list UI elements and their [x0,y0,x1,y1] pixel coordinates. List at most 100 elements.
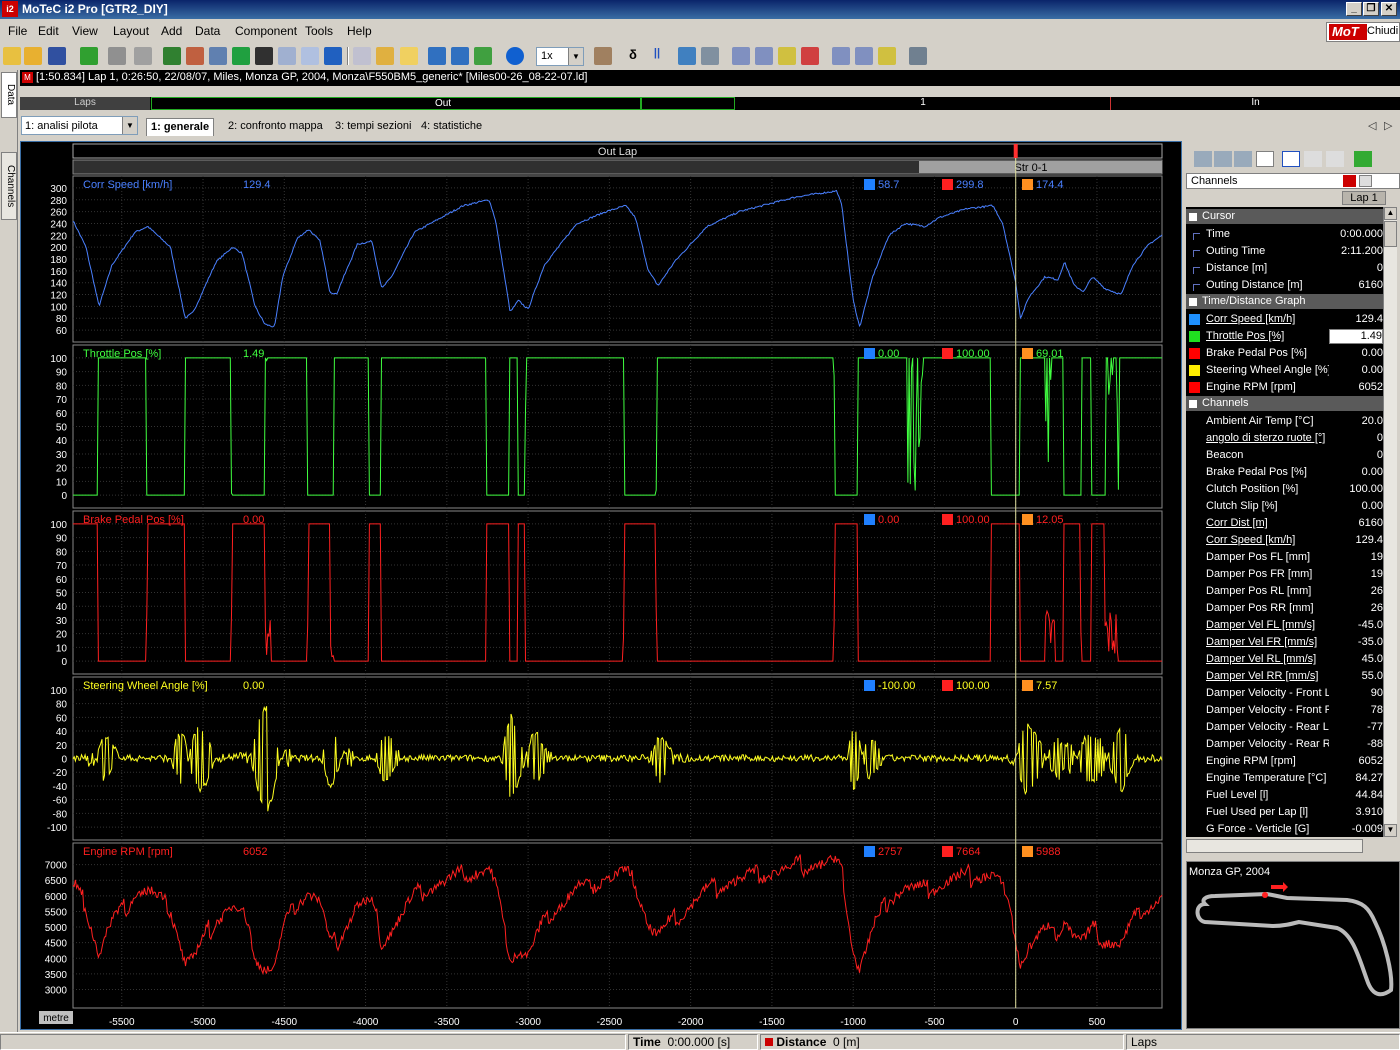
print-preview-icon[interactable] [134,47,152,65]
restore-button[interactable]: ❐ [1363,2,1379,16]
channel-group-header[interactable]: Channels [1186,396,1383,411]
menu-tools[interactable]: Tools [305,24,333,38]
zoom-icon[interactable] [678,47,696,65]
flag-icon[interactable] [474,47,492,65]
excel-export-icon[interactable] [232,47,250,65]
refresh-icon[interactable] [1354,151,1372,167]
channel-row[interactable]: Damper Vel FL [mm/s] -45.0 [1186,617,1383,634]
info-view-icon[interactable] [1282,151,1300,167]
zoom-highlight-icon[interactable] [778,47,796,65]
channel-row[interactable]: Clutch Slip [%] 0.00 [1186,498,1383,515]
chevron-down-icon[interactable]: ▼ [568,48,583,65]
print-icon[interactable] [108,47,126,65]
clock-icon[interactable] [353,47,371,65]
scroll-up-icon[interactable]: ▲ [1384,207,1397,220]
channel-group-header[interactable]: Time/Distance Graph [1186,294,1383,309]
close-button[interactable]: ✕ [1381,2,1397,16]
lap-out[interactable]: Out [151,97,735,110]
channel-row[interactable]: Beacon 0 [1186,447,1383,464]
properties-icon[interactable] [301,47,319,65]
tab-statistiche[interactable]: 4: statistiche [417,118,486,136]
graph-canvas[interactable]: Out LapStr 0-130028026024022020018016014… [21,142,1183,1031]
channel-row[interactable]: G Force - Verticle [G] -0.009 [1186,821,1383,837]
menu-add[interactable]: Add [161,24,182,38]
clipboard-icon[interactable] [594,47,612,65]
tab-generale[interactable]: 1: generale [146,118,215,136]
worksheet-select[interactable]: 1: analisi pilota ▼ [21,116,138,135]
channel-group-icon[interactable] [1214,151,1232,167]
channel-row[interactable]: Engine RPM [rpm] 6052 [1186,753,1383,770]
menu-file[interactable]: File [8,24,27,38]
info-icon[interactable] [324,47,342,65]
motec-logo[interactable]: MoT Chiudi [1326,22,1400,42]
minimize-button[interactable]: _ [1346,2,1362,16]
download-icon[interactable] [80,47,98,65]
channel-row[interactable]: Ambient Air Temp [°C] 20.0 [1186,413,1383,430]
channel-row[interactable]: Damper Vel RR [mm/s] 55.0 [1186,668,1383,685]
motec-channel-icon[interactable] [1343,175,1356,187]
menu-edit[interactable]: Edit [38,24,59,38]
channel-list-scrollbar[interactable]: ▲ ▼ [1383,207,1397,837]
channel-group-header[interactable]: Cursor [1186,209,1383,224]
play-icon[interactable] [506,47,524,65]
scroll-thumb[interactable] [1384,221,1397,247]
channel-row[interactable]: Brake Pedal Pos [%] 0.00 [1186,464,1383,481]
time-distance-graph[interactable]: Out Lap Str 0-1 300 280 260 240 220 200 180 160 14… [20,141,1182,1030]
grid-icon[interactable] [400,47,418,65]
zoom-fit-icon[interactable] [701,47,719,65]
channel-row[interactable]: Outing Time 2:11.200 [1186,243,1383,260]
zoom-x-in-icon[interactable] [832,47,850,65]
channel-row[interactable]: Corr Speed [km/h] 129.4 [1186,532,1383,549]
lap-in[interactable]: In [1111,97,1400,110]
menu-layout[interactable]: Layout [113,24,149,38]
channel-row[interactable]: Corr Dist [m] 6160 [1186,515,1383,532]
stats-view-icon[interactable] [1326,151,1344,167]
collapse-icon[interactable] [1189,213,1197,221]
collapse-icon[interactable] [1189,400,1197,408]
channel-values-icon[interactable] [1234,151,1252,167]
sort-icon[interactable] [1359,175,1372,187]
tab-scroll-left-icon[interactable]: ◁ [1368,119,1376,132]
horizontal-scrollbar[interactable] [1186,839,1363,853]
channel-row[interactable]: Damper Vel RL [mm/s] 45.0 [1186,651,1383,668]
channel-row[interactable]: Damper Velocity - Rear L ... -77 [1186,719,1383,736]
delta-icon[interactable]: δ [624,47,642,65]
zoom-out-icon[interactable] [755,47,773,65]
laps-bar[interactable]: Laps Out 1 In [20,97,1400,110]
channel-row[interactable]: Engine RPM [rpm] 6052 [1186,379,1383,396]
menu-help[interactable]: Help [347,24,372,38]
save-icon[interactable] [48,47,66,65]
channel-row[interactable]: Fuel Level [l] 44.84 [1186,787,1383,804]
channel-row[interactable]: angolo di sterzo ruote [°] 0 [1186,430,1383,447]
channel-row[interactable]: Damper Pos RR [mm] 26 [1186,600,1383,617]
channel-list-icon[interactable] [1194,151,1212,167]
channel-row[interactable]: Damper Pos FL [mm] 19 [1186,549,1383,566]
zoom-y-icon[interactable] [878,47,896,65]
channel-row[interactable]: Time 0:00.000 [1186,226,1383,243]
channel-row[interactable]: Corr Speed [km/h] 129.4 [1186,311,1383,328]
tab-scroll-right-icon[interactable]: ▷ [1384,119,1392,132]
pen-icon[interactable] [209,47,227,65]
marker-icon[interactable] [186,47,204,65]
channel-row[interactable]: Brake Pedal Pos [%] 0.00 [1186,345,1383,362]
channel-list[interactable]: Cursor Time 0:00.000 Outing Time 2:11.200 Dis… [1186,207,1383,837]
channel-row[interactable]: Throttle Pos [%] 1.49 [1186,328,1383,345]
graph-pane[interactable] [72,510,1163,675]
tab-tempi-sezioni[interactable]: 3: tempi sezioni [331,118,415,136]
scroll-down-icon[interactable]: ▼ [1384,824,1397,837]
channel-row[interactable]: Damper Pos FR [mm] 19 [1186,566,1383,583]
channel-row[interactable]: Damper Velocity - Front R ... 78 [1186,702,1383,719]
channel-row[interactable]: Damper Velocity - Front L ... 90 [1186,685,1383,702]
channel-row[interactable]: Damper Vel FR [mm/s] -35.0 [1186,634,1383,651]
zoom-in-icon[interactable] [732,47,750,65]
menu-component[interactable]: Component [235,24,297,38]
collapse-icon[interactable] [1189,298,1197,306]
film-icon[interactable] [255,47,273,65]
menu-data[interactable]: Data [195,24,220,38]
lap-1-tab[interactable]: Lap 1 [1342,191,1386,205]
channel-row[interactable]: Clutch Position [%] 100.00 [1186,481,1383,498]
channel-row[interactable]: Steering Wheel Angle [%] 0.00 [1186,362,1383,379]
menu-view[interactable]: View [72,24,98,38]
cursor-head[interactable] [1013,144,1018,158]
new-icon[interactable] [3,47,21,65]
